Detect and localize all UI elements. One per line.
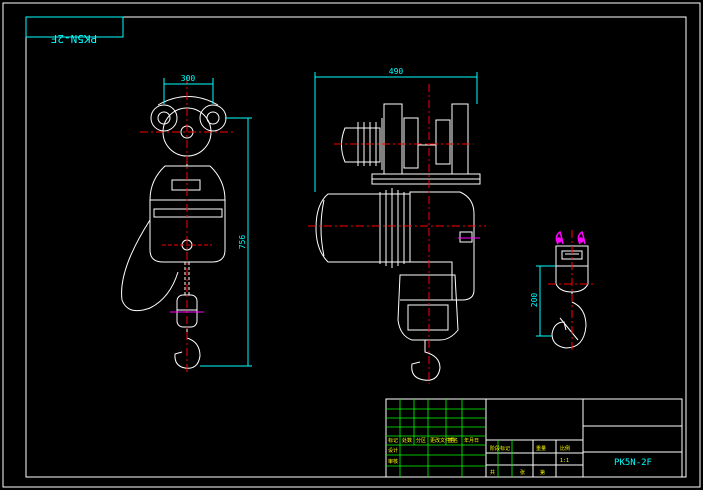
tb-cell-count: 处数 [402,437,412,444]
title-block-code: PK5N-2F [614,458,652,468]
front-width-label: 300 [181,74,196,83]
inner-frame [25,16,687,478]
tb-cell-scale: 比例 [560,445,570,452]
hook-latch-marks [555,230,586,245]
tb-cell-zone: 分区 [416,437,426,444]
tb-cell-review: 审核 [388,458,398,465]
tb-cell-weight: 重量 [536,445,546,452]
mirrored-code-text: PK5N-2F [51,32,97,45]
tb-cell-sheet: 张 [520,469,525,476]
side-width-label: 490 [389,67,404,76]
front-view [121,96,227,369]
hook-height-label: 200 [530,293,539,308]
tb-cell-sign: 签名 [448,437,458,444]
outer-frame [2,2,701,488]
hook-detail-view [551,245,589,349]
cad-drawing: PK5N-2F 300 756 490 200 标记 处数 分区 更改文件号 签… [2,2,701,488]
hook-height-dimension [536,265,556,337]
tb-cell-scale-value: 1:1 [560,458,569,464]
tb-cell-number: 第 [540,469,545,476]
front-height-label: 756 [238,235,247,250]
tb-cell-design: 设计 [388,447,398,454]
tb-cell-mark: 标记 [388,437,398,444]
tb-cell-stage: 阶段标记 [490,445,510,452]
tb-cell-date: 年月日 [464,437,479,444]
side-view [315,103,481,381]
tb-cell-total: 共 [490,469,495,476]
